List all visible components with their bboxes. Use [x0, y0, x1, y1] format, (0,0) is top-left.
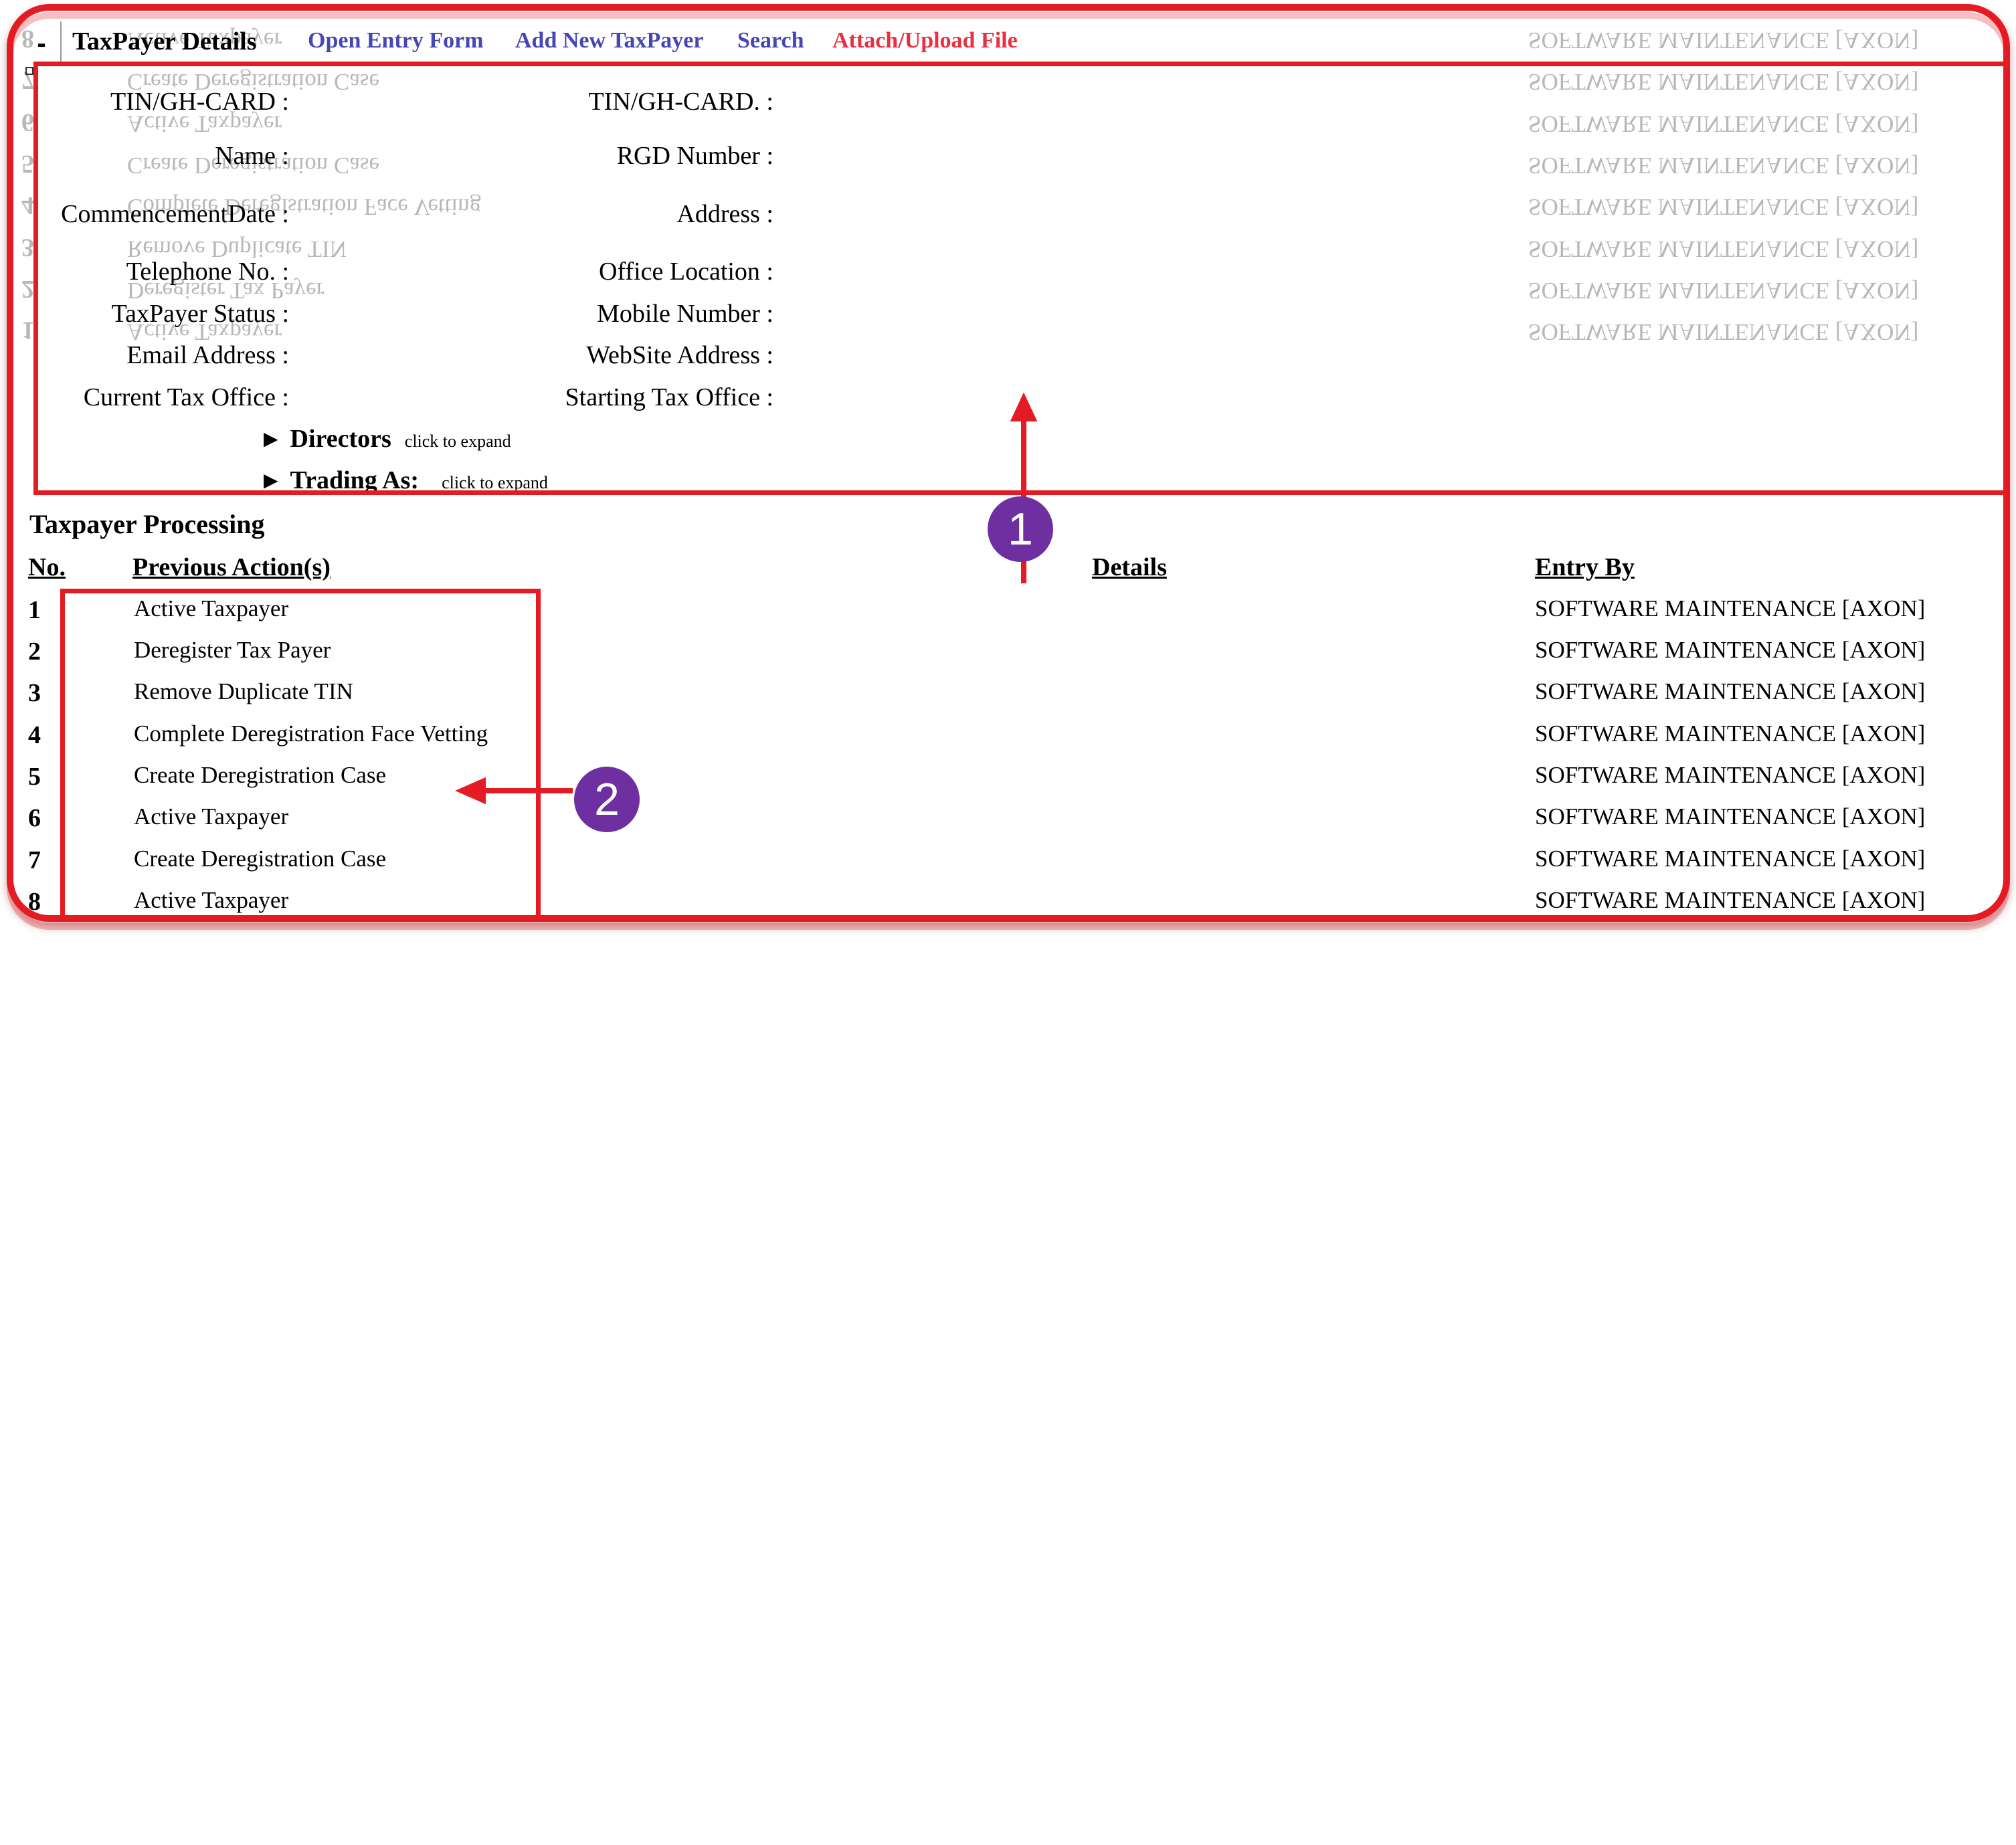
callout-2: 2 — [574, 767, 640, 832]
annotation-arrows — [455, 392, 1038, 805]
callout-1: 1 — [988, 496, 1053, 562]
arrow-1-head-icon — [1010, 392, 1038, 421]
arrow-2-head-icon — [455, 777, 486, 805]
reflection-fade — [0, 922, 2016, 1203]
